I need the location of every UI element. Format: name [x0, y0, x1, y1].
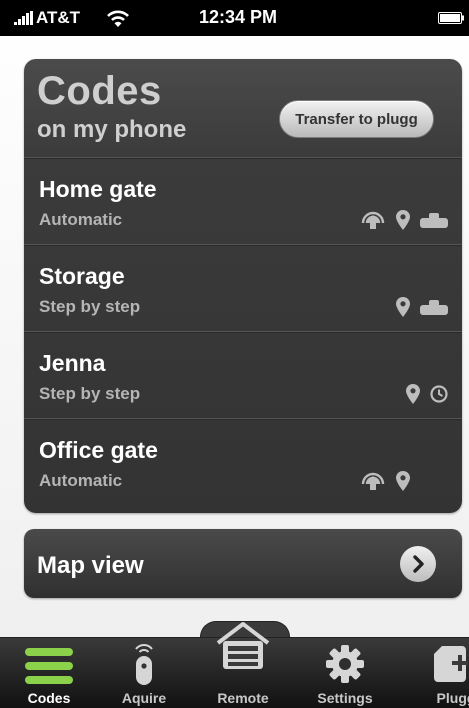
- location-pin-icon: [396, 297, 410, 317]
- plugg-add-icon: [434, 646, 468, 682]
- code-row-storage[interactable]: Storage Step by step: [24, 244, 462, 332]
- tab-label: Plugg: [436, 690, 469, 706]
- gear-icon: [326, 645, 364, 683]
- tab-label: Aquire: [121, 690, 167, 706]
- battery-icon: [438, 12, 464, 24]
- map-view-label: Map view: [37, 552, 144, 579]
- code-name: Home gate: [39, 176, 157, 202]
- tab-label: Settings: [317, 690, 373, 706]
- gate-sensor-icon: [361, 472, 385, 490]
- location-pin-icon: [396, 210, 410, 230]
- code-mode: Step by step: [39, 297, 141, 316]
- tab-codes[interactable]: Codes: [2, 638, 96, 708]
- location-pin-icon: [396, 471, 410, 491]
- tab-plugg[interactable]: Plugg: [394, 638, 469, 708]
- clock-icon: [430, 385, 448, 403]
- tab-remote[interactable]: Remote: [196, 622, 290, 708]
- codes-panel: Codes on my phone Transfer to plugg Home…: [24, 59, 462, 513]
- code-row-jenna[interactable]: Jenna Step by step: [24, 331, 462, 419]
- code-mode: Automatic: [39, 471, 123, 490]
- code-icons: [406, 384, 448, 404]
- remote-fob-icon: [135, 644, 153, 685]
- code-icons: [360, 210, 448, 230]
- tab-settings[interactable]: Settings: [298, 638, 392, 708]
- tab-label: Remote: [217, 690, 269, 706]
- code-row-home-gate[interactable]: Home gate Automatic: [24, 157, 462, 245]
- tab-aquire[interactable]: Aquire: [97, 638, 191, 708]
- code-mode: Automatic: [39, 210, 123, 229]
- code-name: Storage: [39, 263, 125, 289]
- map-view-button[interactable]: Map view: [24, 529, 462, 598]
- chevron-right-icon[interactable]: [400, 546, 436, 582]
- codes-list-icon: [25, 648, 73, 684]
- status-bar: AT&T 12:34 PM: [0, 0, 469, 36]
- code-name: Office gate: [39, 437, 158, 463]
- location-pin-icon: [406, 384, 420, 404]
- transfer-to-plugg-button[interactable]: Transfer to plugg: [279, 100, 434, 138]
- panel-subtitle: on my phone: [37, 116, 187, 143]
- code-name: Jenna: [39, 350, 106, 376]
- gate-sensor-icon: [361, 211, 385, 229]
- tab-label: Codes: [27, 690, 71, 706]
- wifi-icon: [107, 10, 129, 27]
- code-mode: Step by step: [39, 384, 141, 403]
- panel-title: Codes: [37, 69, 162, 113]
- code-icons: [360, 471, 410, 491]
- garage-remote-icon: [216, 622, 270, 669]
- signal-strength-icon: [14, 11, 33, 25]
- code-row-office-gate[interactable]: Office gate Automatic: [24, 418, 462, 506]
- remote-icon: [420, 300, 448, 315]
- tab-bar: Codes Aquire Remote Settings Plug: [0, 622, 469, 708]
- remote-icon: [420, 213, 448, 228]
- code-icons: [396, 297, 448, 317]
- status-time: 12:34 PM: [199, 7, 278, 27]
- carrier-name: AT&T: [36, 8, 81, 27]
